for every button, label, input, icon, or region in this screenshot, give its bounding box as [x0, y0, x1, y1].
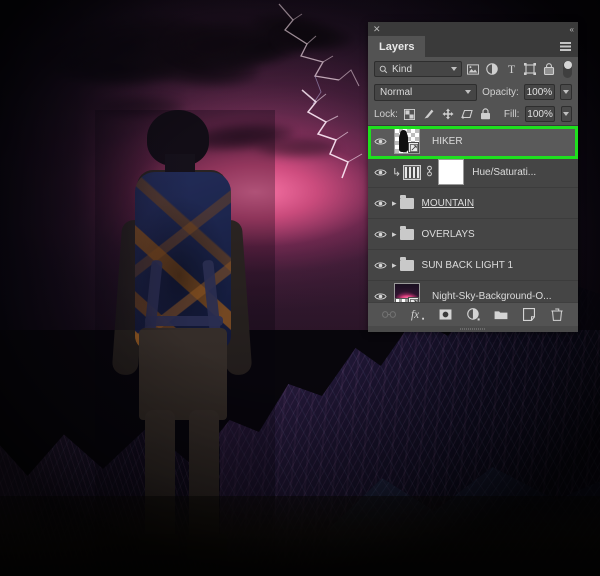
layer-name-hiker[interactable]: HIKER	[432, 136, 463, 147]
panel-menu-icon[interactable]	[560, 42, 571, 51]
layer-row-overlays[interactable]: ▸ OVERLAYS	[368, 219, 578, 250]
tab-layers[interactable]: Layers	[368, 36, 426, 57]
tab-layers-label: Layers	[379, 40, 415, 53]
hiker-thumbnail	[394, 128, 420, 154]
filter-pixel-icon[interactable]	[467, 62, 481, 76]
svg-text:T: T	[508, 63, 516, 75]
fill-stepper-chevron-icon[interactable]	[560, 106, 572, 122]
filter-kind-label: Kind	[392, 63, 413, 75]
filter-kind-select[interactable]: Kind	[374, 61, 462, 77]
layer-row-night-sky-background[interactable]: Night-Sky-Background-O...	[368, 281, 578, 302]
layer-name-sun-back-light[interactable]: SUN BACK LIGHT 1	[422, 260, 514, 271]
filter-adjustment-icon[interactable]	[485, 62, 499, 76]
folder-icon	[399, 256, 414, 271]
eye-icon	[373, 230, 387, 238]
opacity-input[interactable]: 100%	[523, 84, 555, 100]
sky-left-shadow	[0, 0, 190, 330]
eye-icon	[373, 168, 387, 176]
layer-visibility-toggle[interactable]	[368, 168, 392, 177]
hue-saturation-adjustment-icon[interactable]	[403, 164, 422, 180]
layers-list[interactable]: HIKER ↳ Hue/Saturati... ▸ MOUNTAIN ▸ OVE…	[368, 125, 578, 302]
layer-row-mountain[interactable]: ▸ MOUNTAIN	[368, 188, 578, 219]
panel-titlebar[interactable]: ✕ «	[368, 22, 578, 36]
search-icon	[379, 65, 388, 73]
new-group-button[interactable]	[494, 307, 509, 322]
lock-position-icon[interactable]	[442, 108, 454, 120]
fill-label: Fill:	[503, 108, 520, 120]
opacity-label: Opacity:	[482, 86, 519, 98]
layer-visibility-toggle[interactable]	[368, 199, 392, 208]
delete-layer-button[interactable]	[550, 307, 565, 322]
eye-icon	[373, 261, 387, 269]
eye-icon	[373, 137, 387, 145]
svg-text:fx: fx	[411, 309, 419, 321]
lock-row: Lock: Fill: 100%	[368, 103, 578, 125]
close-icon[interactable]: ✕	[373, 24, 381, 34]
layer-row-hiker[interactable]: HIKER	[368, 126, 578, 159]
opacity-stepper-chevron-icon[interactable]	[559, 84, 572, 100]
layer-visibility-toggle[interactable]	[368, 292, 392, 301]
layer-thumbnail[interactable]	[392, 283, 432, 302]
lock-icons	[404, 108, 492, 120]
layer-thumbnail[interactable]	[392, 128, 432, 154]
smart-object-badge-icon	[408, 297, 419, 302]
blend-mode-select[interactable]: Normal	[374, 83, 478, 101]
filter-shape-icon[interactable]	[523, 62, 537, 76]
group-disclosure-chevron-icon[interactable]: ▸	[392, 198, 397, 209]
eye-icon	[373, 199, 387, 207]
layers-panel-footer: fx	[368, 302, 578, 326]
link-layers-button[interactable]	[382, 307, 397, 322]
tabbar-spacer	[425, 36, 578, 57]
chevron-down-icon	[450, 67, 457, 71]
layer-visibility-toggle[interactable]	[368, 137, 392, 146]
group-disclosure-chevron-icon[interactable]: ▸	[392, 260, 397, 271]
collapse-double-arrow-icon[interactable]: «	[570, 25, 575, 34]
panel-resize-grip[interactable]	[368, 326, 578, 332]
new-layer-button[interactable]	[522, 307, 537, 322]
blend-mode-value: Normal	[380, 86, 413, 98]
group-disclosure-chevron-icon[interactable]: ▸	[392, 229, 397, 240]
blend-row: Normal Opacity: 100%	[368, 81, 578, 103]
layer-name-overlays[interactable]: OVERLAYS	[422, 229, 475, 240]
lock-transparent-pixels-icon[interactable]	[404, 108, 416, 120]
panel-body: Kind T Normal Opacity: 100% Lock: Fill: …	[368, 57, 578, 332]
panel-tabbar[interactable]: Layers	[368, 36, 578, 57]
layer-name-night-sky[interactable]: Night-Sky-Background-O...	[432, 291, 552, 302]
clipping-mask-arrow-icon: ↳	[392, 166, 402, 179]
smart-object-badge-icon	[408, 142, 419, 153]
layer-visibility-toggle[interactable]	[368, 261, 392, 270]
layer-row-sun-back-light-1[interactable]: ▸ SUN BACK LIGHT 1	[368, 250, 578, 281]
layer-mask-thumbnail[interactable]	[438, 159, 465, 185]
filter-type-icon[interactable]: T	[504, 62, 518, 76]
layer-name-hue-saturation[interactable]: Hue/Saturati...	[472, 167, 536, 178]
filter-smart-object-icon[interactable]	[542, 62, 556, 76]
add-layer-mask-button[interactable]	[438, 307, 453, 322]
night-sky-thumbnail	[394, 283, 420, 302]
layer-visibility-toggle[interactable]	[368, 230, 392, 239]
new-adjustment-layer-button[interactable]	[466, 307, 481, 322]
lock-image-pixels-icon[interactable]	[423, 108, 435, 120]
layer-row-hue-saturation[interactable]: ↳ Hue/Saturati...	[368, 157, 578, 188]
layer-style-fx-button[interactable]: fx	[410, 307, 425, 322]
mask-link-icon[interactable]	[425, 165, 434, 180]
folder-icon	[399, 225, 414, 240]
chevron-down-icon	[465, 90, 472, 94]
layers-panel[interactable]: ✕ « Layers Kind T Normal Opacity: 100% L…	[368, 22, 578, 332]
eye-icon	[373, 292, 387, 300]
filter-row: Kind T	[368, 57, 578, 81]
lock-label: Lock:	[374, 108, 398, 120]
fill-input[interactable]: 100%	[525, 106, 555, 122]
folder-icon	[399, 194, 414, 209]
lock-artboard-nesting-icon[interactable]	[461, 108, 473, 120]
foreground-ground	[0, 496, 600, 576]
filter-enable-toggle[interactable]	[563, 60, 572, 78]
layer-name-mountain[interactable]: MOUNTAIN	[422, 198, 475, 209]
lock-all-icon[interactable]	[480, 108, 492, 120]
